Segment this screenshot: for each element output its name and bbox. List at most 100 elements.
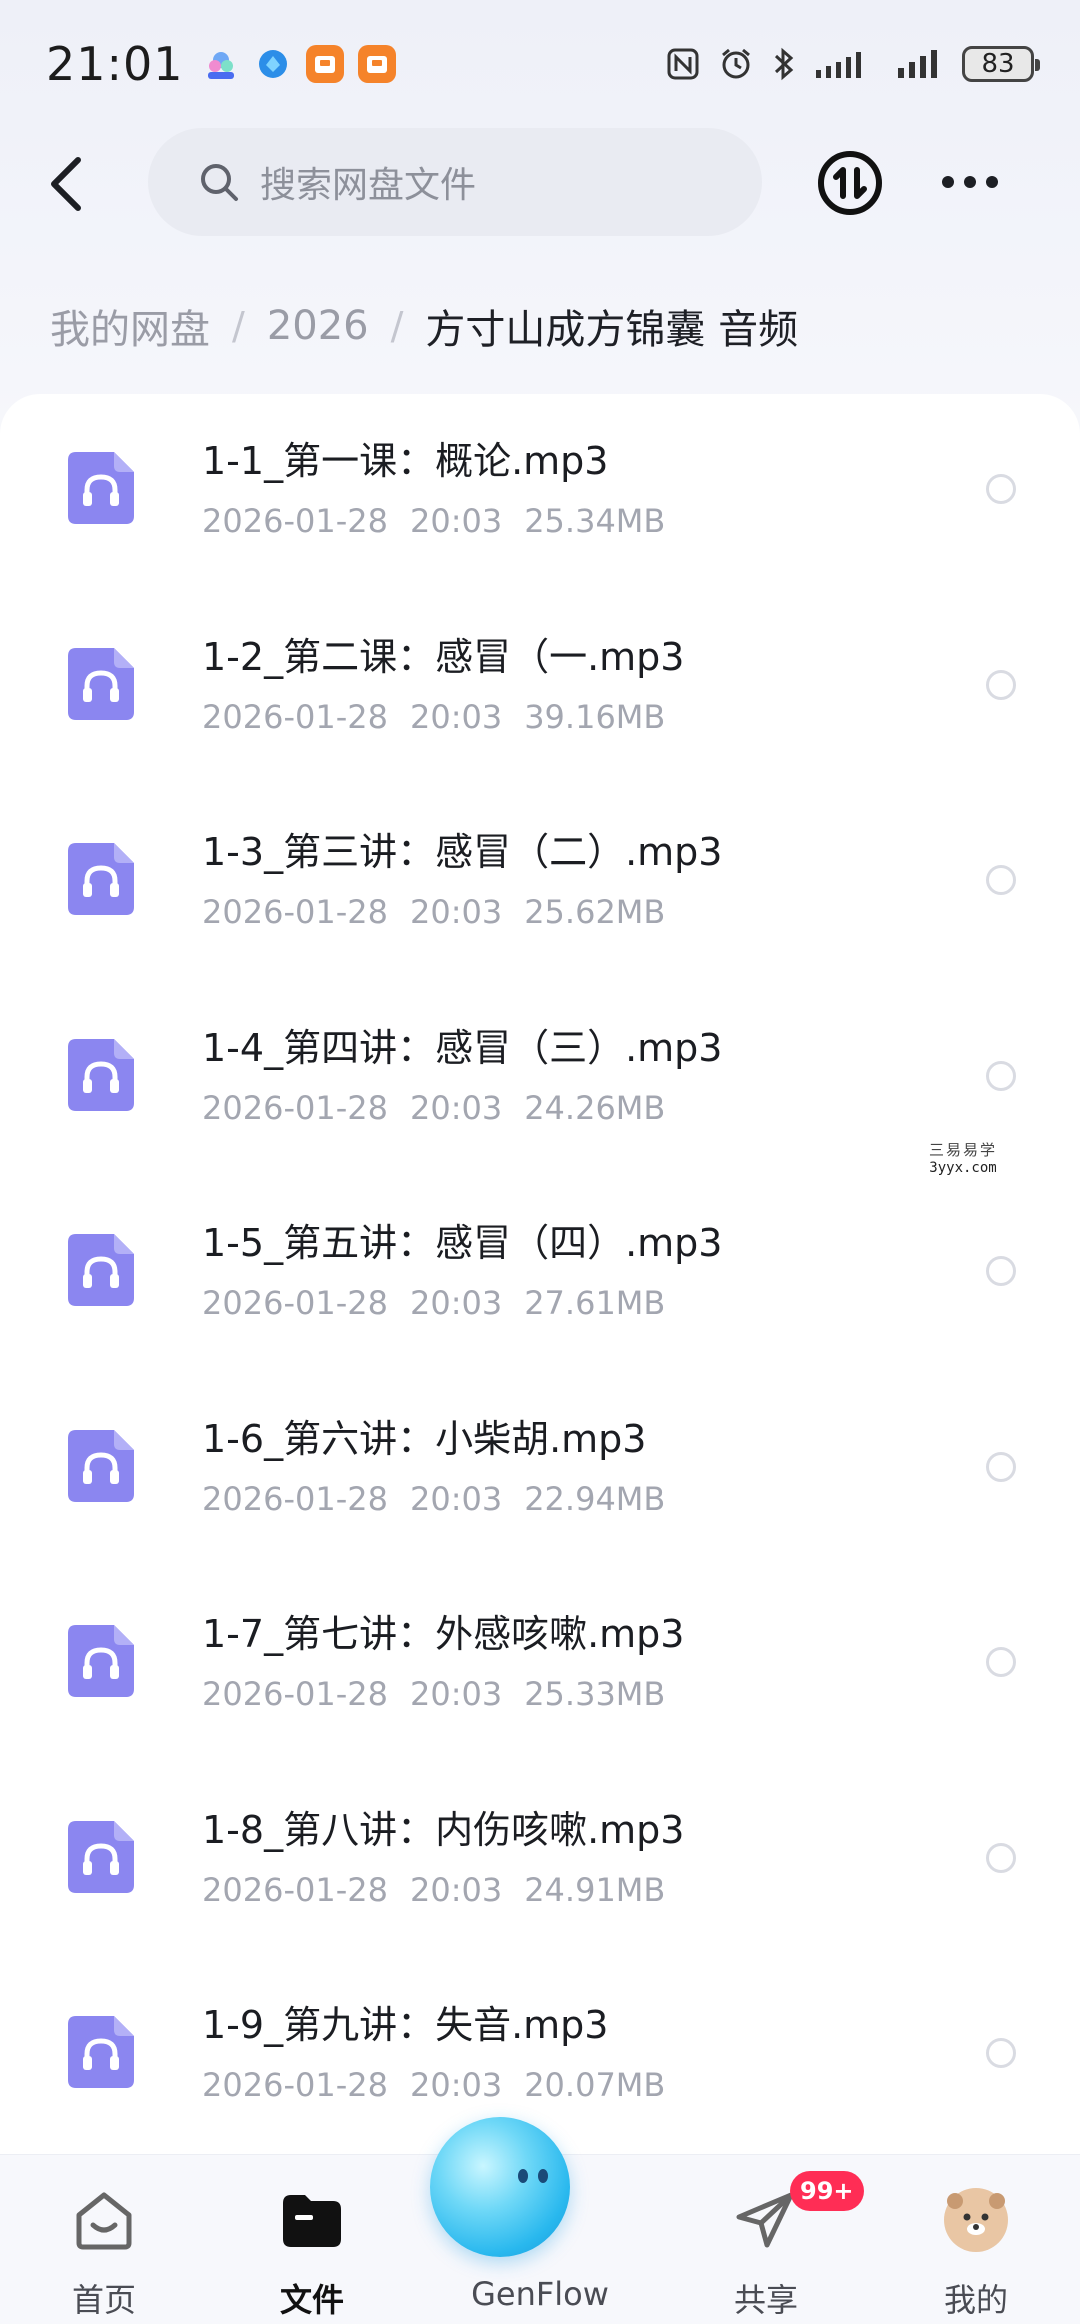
search-icon [201,164,238,201]
file-row[interactable]: 1-5_第五讲：感冒（四）.mp3 2026-01-28 20:03 27.61MB [0,1176,1080,1372]
file-row[interactable]: 1-3_第三讲：感冒（二）.mp3 2026-01-28 20:03 25.62MB [0,785,1080,981]
file-meta: 2026-01-28 20:03 20.07MB [202,2066,687,2104]
avatar-icon [944,2188,1008,2252]
audio-file-icon [66,841,136,917]
select-checkbox[interactable] [986,474,1016,504]
breadcrumb-separator: / [390,304,404,348]
status-bar: 21:01 83 [0,0,1080,128]
file-size: 25.34MB [524,502,666,540]
file-row[interactable]: 1-8_第八讲：内伤咳嗽.mp3 2026-01-28 20:03 24.91MB [0,1763,1080,1959]
file-name: 1-4_第四讲：感冒（三）.mp3 [202,1026,723,1070]
chevron-left-icon [51,157,81,211]
file-meta: 2026-01-28 20:03 22.94MB [202,1480,687,1518]
file-row[interactable]: 1-4_第四讲：感冒（三）.mp3 2026-01-28 20:03 24.26MB [0,981,1080,1177]
audio-file-icon [66,1037,136,1113]
orange-app-icon [305,45,344,83]
file-meta: 2026-01-28 20:03 25.34MB [202,502,687,540]
breadcrumb-separator: / [232,304,245,348]
nav-label-files: 文件 [279,2281,344,2319]
file-row[interactable]: 1-1_第一课：概论.mp3 2026-01-28 20:03 25.34MB [0,394,1080,590]
notification-badge: 99+ [790,2171,864,2211]
file-size: 39.16MB [524,698,666,736]
file-date: 2026-01-28 [202,1871,388,1909]
select-checkbox[interactable] [986,670,1016,700]
file-name: 1-8_第八讲：内伤咳嗽.mp3 [202,1808,685,1852]
file-date: 2026-01-28 [202,1675,388,1713]
file-time: 20:03 [409,1480,503,1518]
audio-file-icon [66,1428,136,1504]
file-row[interactable]: 1-6_第六讲：小柴胡.mp3 2026-01-28 20:03 22.94MB [0,1372,1080,1568]
search-input[interactable]: 搜索网盘文件 [148,128,762,236]
file-date: 2026-01-28 [202,698,388,736]
file-date: 2026-01-28 [202,1480,388,1518]
browser-app-icon [254,45,292,83]
transfer-icon [818,151,882,215]
file-row[interactable]: 1-9_第九讲：失音.mp3 2026-01-28 20:03 20.07MB [0,1958,1080,2154]
nav-item-home[interactable]: 首页 [24,2155,184,2324]
file-name: 1-6_第六讲：小柴胡.mp3 [202,1417,647,1461]
bottom-nav: 首页 文件 GenFlow 共享 99+ 我的 [0,2117,1080,2324]
orb-eye-left [518,2169,528,2183]
audio-file-icon [66,1623,136,1699]
battery-level: 83 [981,49,1015,79]
file-row[interactable]: 1-7_第七讲：外感咳嗽.mp3 2026-01-28 20:03 25.33MB [0,1567,1080,1763]
file-size: 24.26MB [524,1089,666,1127]
file-meta: 2026-01-28 20:03 25.62MB [202,893,687,931]
status-time: 21:01 [46,37,184,91]
select-checkbox[interactable] [986,1452,1016,1482]
page: 21:01 83 搜索网盘文件 我的网盘 / 2026 / 方寸山成方锦囊 音频… [0,0,1080,2324]
file-size: 22.94MB [524,1480,666,1518]
select-checkbox[interactable] [986,1061,1016,1091]
select-checkbox[interactable] [986,1647,1016,1677]
file-date: 2026-01-28 [202,893,388,931]
transfer-button[interactable] [817,150,883,216]
file-time: 20:03 [409,893,503,931]
file-size: 25.62MB [524,893,666,931]
signal-icon [898,50,937,78]
battery-indicator: 83 [962,46,1040,82]
file-name: 1-3_第三讲：感冒（二）.mp3 [202,830,723,874]
file-time: 20:03 [409,1089,503,1127]
orange-app-icon [357,45,396,83]
file-date: 2026-01-28 [202,2066,388,2104]
nav-item-profile[interactable]: 我的 [896,2155,1056,2324]
more-dots-icon [942,176,998,188]
select-checkbox[interactable] [986,865,1016,895]
nav-item-files[interactable]: 文件 [232,2155,392,2324]
audio-file-icon [66,2014,136,2090]
file-time: 20:03 [409,2066,503,2104]
file-date: 2026-01-28 [202,502,388,540]
file-row[interactable]: 1-2_第二课：感冒（一.mp3 2026-01-28 20:03 39.16MB [0,590,1080,786]
breadcrumb: 我的网盘 / 2026 / 方寸山成方锦囊 音频 [50,296,798,356]
select-checkbox[interactable] [986,1843,1016,1873]
select-checkbox[interactable] [986,1256,1016,1286]
breadcrumb-current: 方寸山成方锦囊 音频 [425,307,799,353]
more-button[interactable] [940,162,1000,202]
breadcrumb-item-root[interactable]: 我的网盘 [50,297,210,355]
file-time: 20:03 [409,502,503,540]
audio-file-icon [66,450,136,526]
file-date: 2026-01-28 [202,1089,388,1127]
file-list: 三易易学 3yyx.com 1-1_第一课：概论.mp3 2026-01-28 20… [0,394,1080,2154]
nav-item-genflow[interactable]: GenFlow [430,2117,620,2324]
file-meta: 2026-01-28 20:03 24.91MB [202,1871,687,1909]
file-time: 20:03 [409,1284,503,1322]
audio-file-icon [66,1819,136,1895]
status-indicators: 83 [666,46,1040,82]
search-placeholder: 搜索网盘文件 [260,165,477,206]
file-time: 20:03 [409,698,503,736]
select-checkbox[interactable] [986,2038,1016,2068]
home-icon [76,2192,132,2250]
file-size: 27.61MB [524,1284,666,1322]
genflow-orb-icon [430,2117,570,2257]
nav-label-share: 共享 [733,2281,798,2319]
back-button[interactable] [40,152,96,216]
file-name: 1-9_第九讲：失音.mp3 [202,2003,609,2047]
alarm-icon [722,48,750,79]
file-name: 1-2_第二课：感冒（一.mp3 [202,635,685,679]
nfc-icon [667,48,699,80]
breadcrumb-item-year[interactable]: 2026 [267,303,369,349]
file-size: 20.07MB [524,2066,666,2104]
file-date: 2026-01-28 [202,1284,388,1322]
file-time: 20:03 [409,1675,503,1713]
